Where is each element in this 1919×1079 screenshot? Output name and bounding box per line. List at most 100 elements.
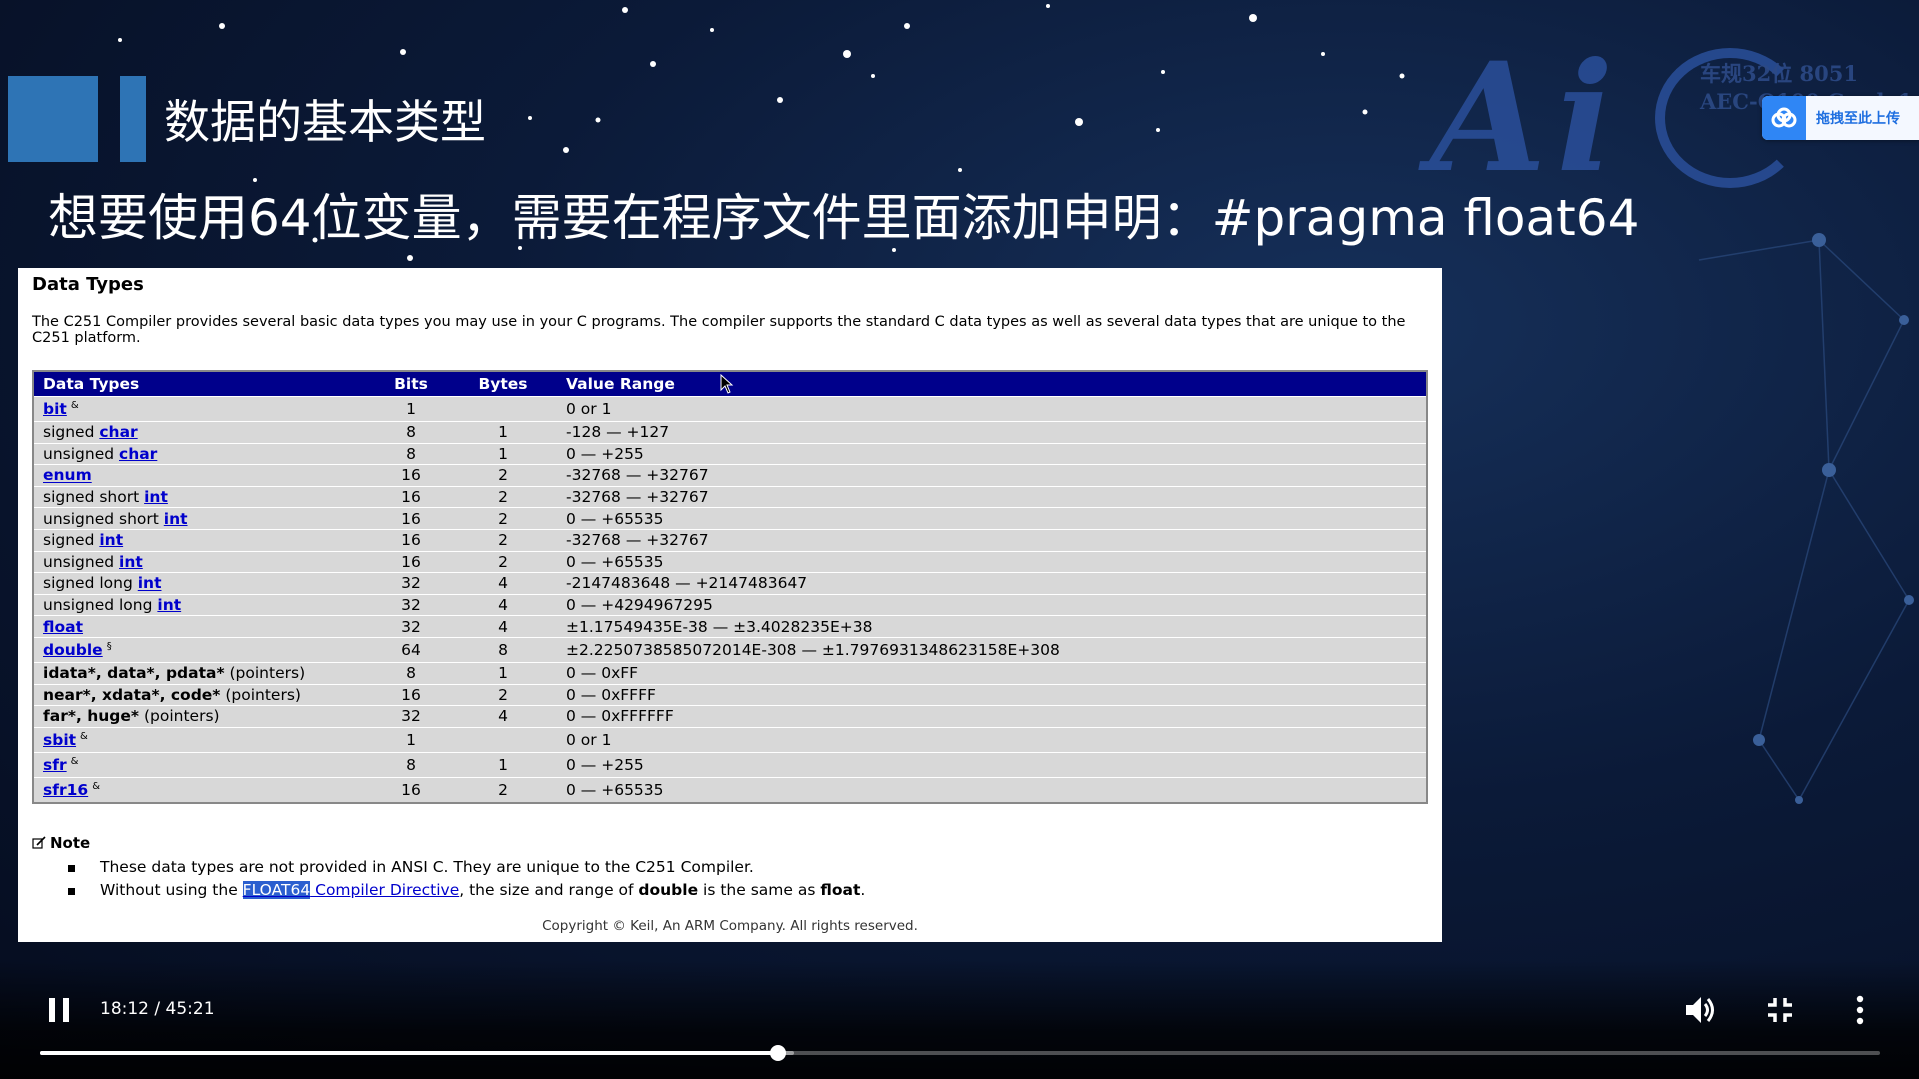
type-keyword-link[interactable]: int xyxy=(144,488,168,506)
exit-fullscreen-button[interactable] xyxy=(1766,996,1794,1028)
table-row: float 32 4 ±1.17549435E-38 — ±3.4028235E+38 xyxy=(33,615,1427,638)
type-keyword-link[interactable]: sbit xyxy=(43,731,76,749)
type-keyword-link[interactable]: int xyxy=(99,531,123,549)
note-item-2: Without using the FLOAT64 Compiler Direc… xyxy=(68,879,865,902)
cell-bits: 8 xyxy=(373,751,449,778)
type-prefix: unsigned short xyxy=(43,509,164,528)
type-keyword-link[interactable]: int xyxy=(157,596,181,614)
col-header-bits: Bits xyxy=(373,371,449,397)
table-row: double § 64 8 ±2.2250738585072014E-308 — ±1.… xyxy=(33,636,1427,663)
type-prefix: signed xyxy=(43,423,100,442)
volume-icon xyxy=(1686,997,1714,1023)
table-row: sbit & 1 0 or 1 xyxy=(33,726,1427,753)
cell-bytes: 4 xyxy=(449,572,557,595)
cell-bits: 32 xyxy=(373,593,449,616)
cell-value-range: 0 — 0xFFFFFF xyxy=(557,705,1427,728)
cell-bytes: 4 xyxy=(449,705,557,728)
type-keyword-link[interactable]: enum xyxy=(43,467,92,485)
cell-value-range: -32768 — +32767 xyxy=(557,464,1427,487)
type-keyword-link[interactable]: double xyxy=(43,641,103,659)
slide-subtitle: 想要使用64位变量，需要在程序文件里面添加申明：#pragma float64 xyxy=(48,189,1640,247)
pause-button[interactable] xyxy=(46,996,72,1028)
type-prefix: signed long xyxy=(43,574,138,593)
cell-data-type: signed short int xyxy=(33,485,373,508)
type-prefix: unsigned xyxy=(43,552,119,571)
drag-upload-button[interactable]: 拖拽至此上传 xyxy=(1762,96,1919,140)
type-prefix: signed xyxy=(43,531,100,550)
volume-button[interactable] xyxy=(1684,994,1718,1030)
cell-bits: 64 xyxy=(373,636,449,663)
cell-data-type: unsigned long int xyxy=(33,593,373,616)
cell-bits: 32 xyxy=(373,615,449,638)
cell-data-type: unsigned short int xyxy=(33,507,373,530)
drag-upload-label: 拖拽至此上传 xyxy=(1816,111,1900,127)
footnote-mark: § xyxy=(106,640,112,652)
cell-bytes: 2 xyxy=(449,507,557,530)
cell-bits: 8 xyxy=(373,421,449,444)
float64-directive-link[interactable]: FLOAT64 Compiler Directive xyxy=(242,881,459,899)
doc-heading: Data Types xyxy=(32,274,144,295)
slide-title: 数据的基本类型 xyxy=(164,95,486,149)
note-item-1: These data types are not provided in ANS… xyxy=(68,856,865,879)
cell-data-type: unsigned char xyxy=(33,442,373,465)
cell-value-range: 0 — +255 xyxy=(557,751,1427,778)
type-keyword-link[interactable]: int xyxy=(138,575,162,593)
cell-data-type: far*, huge* (pointers) xyxy=(33,705,373,728)
cell-data-type: idata*, data*, pdata* (pointers) xyxy=(33,661,373,685)
cell-bits: 1 xyxy=(373,726,449,753)
type-keyword-link[interactable]: char xyxy=(119,445,157,463)
cell-bits: 16 xyxy=(373,550,449,573)
cell-bytes xyxy=(449,726,557,753)
progress-bar[interactable] xyxy=(40,1045,1880,1061)
table-row: enum 16 2 -32768 — +32767 xyxy=(33,464,1427,487)
exit-fullscreen-icon xyxy=(1768,998,1792,1022)
cell-bytes: 2 xyxy=(449,683,557,706)
table-row: near*, xdata*, code* (pointers) 16 2 0 — 0x… xyxy=(33,683,1427,706)
pointer-type-names: near*, xdata*, code* xyxy=(43,685,221,704)
pointer-type-names: far*, huge* xyxy=(43,707,140,726)
network-lines-decoration xyxy=(1698,233,1914,804)
cell-data-type: double § xyxy=(33,636,373,663)
table-row: bit & 1 0 or 1 xyxy=(33,396,1427,422)
cell-bits: 16 xyxy=(373,528,449,552)
cell-value-range: -2147483648 — +2147483647 xyxy=(557,572,1427,595)
type-keyword-link[interactable]: sfr xyxy=(43,756,67,774)
cell-value-range: -32768 — +32767 xyxy=(557,528,1427,552)
type-keyword-link[interactable]: int xyxy=(119,553,143,571)
table-row: unsigned int 16 2 0 — +65535 xyxy=(33,550,1427,573)
cell-bits: 16 xyxy=(373,485,449,508)
data-types-table: Data Types Bits Bytes Value Range bit & 1 0… xyxy=(32,370,1428,804)
type-keyword-link[interactable]: sfr16 xyxy=(43,781,88,799)
cell-value-range: -128 — +127 xyxy=(557,421,1427,444)
cell-bits: 16 xyxy=(373,464,449,487)
cell-value-range: 0 — 0xFF xyxy=(557,661,1427,685)
table-row: idata*, data*, pdata* (pointers) 8 1 0 — 0x… xyxy=(33,661,1427,685)
mouse-pointer-icon xyxy=(720,374,734,394)
cell-value-range: 0 — +65535 xyxy=(557,776,1427,803)
type-keyword-link[interactable]: float xyxy=(43,618,83,636)
more-options-button[interactable] xyxy=(1852,994,1868,1030)
cell-data-type: enum xyxy=(33,464,373,487)
cell-value-range: 0 — +65535 xyxy=(557,550,1427,573)
logo-caption-line1: 车规32位 8051 xyxy=(1700,61,1858,86)
type-keyword-link[interactable]: int xyxy=(164,510,188,528)
cell-bits: 16 xyxy=(373,683,449,706)
cell-bytes: 1 xyxy=(449,661,557,685)
type-keyword-link[interactable]: char xyxy=(99,423,137,441)
type-keyword-link[interactable]: bit xyxy=(43,400,67,418)
table-row: unsigned short int 16 2 0 — +65535 xyxy=(33,507,1427,530)
note-item-2-text-a: Without using the xyxy=(100,881,243,899)
cell-value-range: 0 — 0xFFFF xyxy=(557,683,1427,706)
cell-value-range: 0 or 1 xyxy=(557,396,1427,422)
type-prefix: signed short xyxy=(43,488,145,507)
table-row: far*, huge* (pointers) 32 4 0 — 0xFFFFFF xyxy=(33,705,1427,728)
cell-value-range: ±2.2250738585072014E-308 — ±1.7976931348… xyxy=(557,636,1427,663)
note-item-2-text-c: is the same as xyxy=(698,881,821,899)
cell-bits: 8 xyxy=(373,661,449,685)
selected-text: FLOAT64 xyxy=(242,881,311,899)
playback-time: 18:12 / 45:21 xyxy=(100,999,215,1019)
type-suffix: (pointers) xyxy=(139,707,220,726)
table-row: unsigned char 8 1 0 — +255 xyxy=(33,442,1427,465)
note-heading: Note xyxy=(32,834,90,852)
cell-data-type: bit & xyxy=(33,396,373,422)
